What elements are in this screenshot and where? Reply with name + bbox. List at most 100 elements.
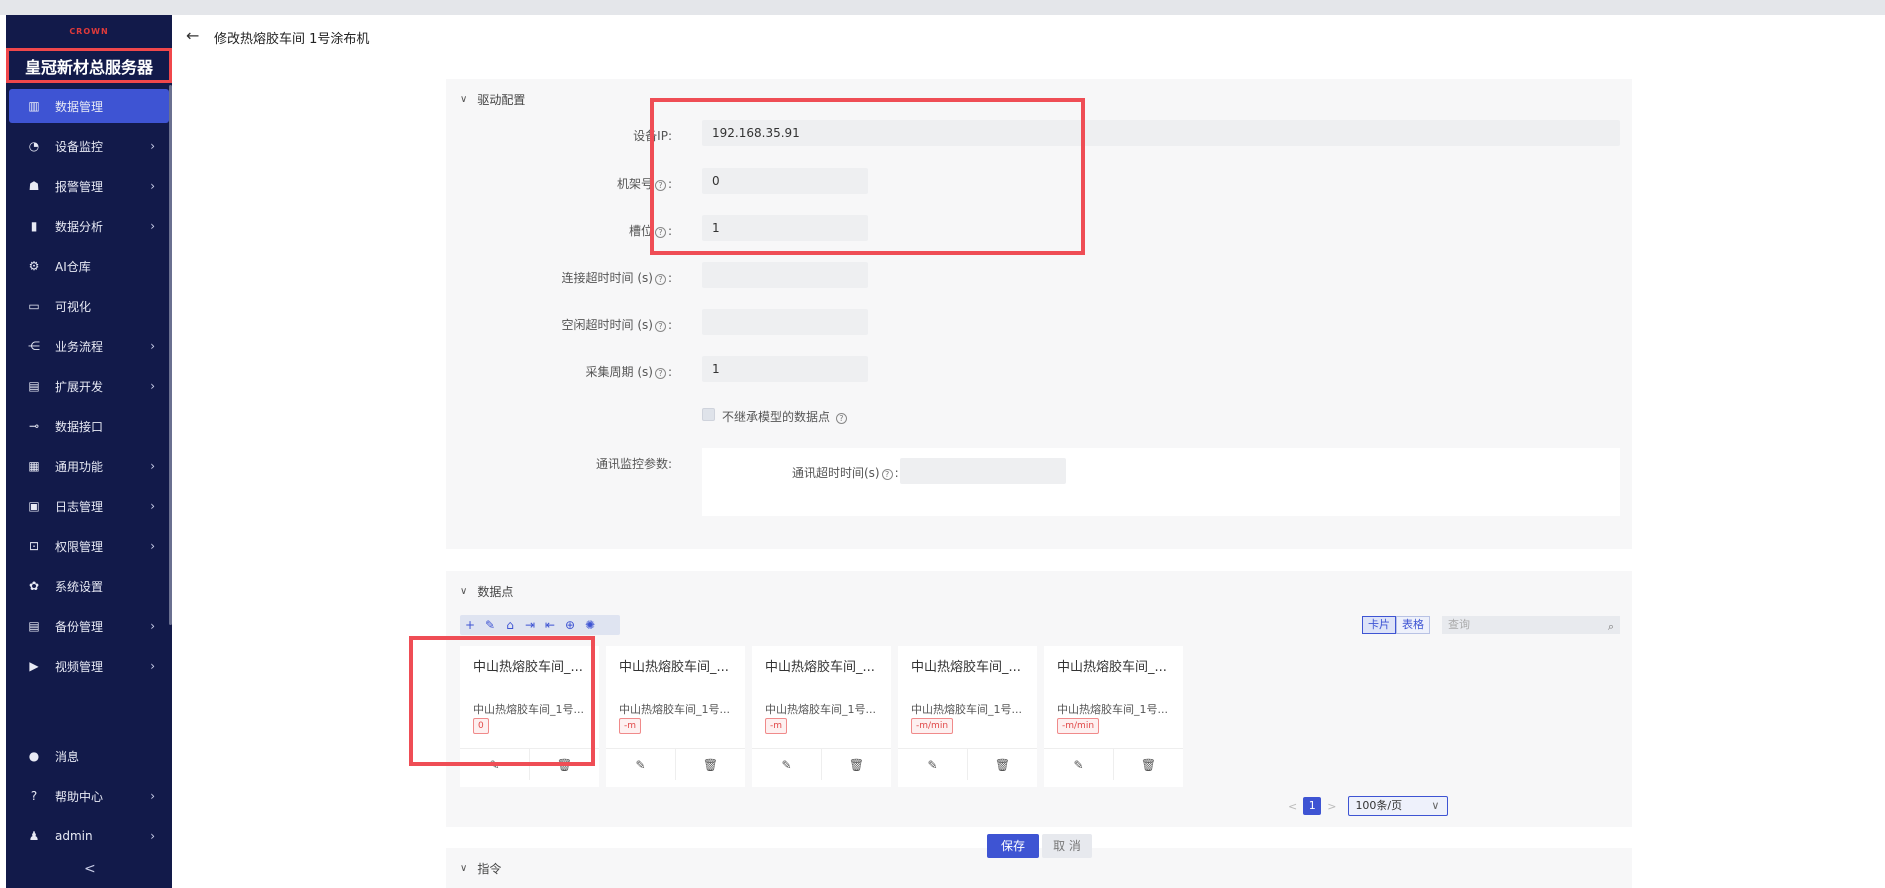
grid-icon: ▦ [28,459,40,473]
datapoint-card[interactable]: 中山热熔胶车间_... 中山热熔胶车间_1号... -m/min ✎ 🗑 [898,646,1037,787]
sidebar-item-message[interactable]: ● 消息 [9,739,169,773]
sidebar-item-grid[interactable]: ▦ 通用功能 › [9,449,169,483]
sidebar-item-bar-chart[interactable]: ▥ 数据管理 [9,89,169,123]
delete-icon[interactable]: 🗑 [675,749,745,780]
help-icon[interactable]: ? [654,274,666,285]
connect-timeout-label: 连接超时时间 (s)?: [561,271,672,285]
bar-chart-icon: ▥ [28,99,40,113]
driver-config-title: 驱动配置 [477,93,526,107]
user-icon: ♟ [28,829,40,843]
datapoints-header[interactable]: ∨ 数据点 [460,583,513,600]
card-unit-tag: -m [619,718,642,734]
target-icon[interactable]: ⊕ [560,615,580,635]
datapoint-card[interactable]: 中山热熔胶车间_... 中山热熔胶车间_1号... -m ✎ 🗑 [752,646,891,787]
sidebar-item-label: 日志管理 [55,499,104,514]
edit-icon[interactable]: ✎ [1044,749,1113,780]
sidebar-item-monitor[interactable]: ▭ 可视化 [9,289,169,323]
sidebar-item-gauge[interactable]: ◔ 设备监控 › [9,129,169,163]
search-icon[interactable]: ⌕ [1608,618,1614,636]
edit-icon[interactable]: ✎ [606,749,675,780]
help-icon[interactable]: ? [654,321,666,332]
commands-section: ∨ 指令 [446,848,1632,888]
gauge-icon: ◔ [28,139,40,153]
add-icon[interactable]: + [460,615,480,635]
sidebar-item-label: admin [55,829,93,843]
sidebar-item-analysis[interactable]: ▮ 数据分析 › [9,209,169,243]
sidebar-item-help[interactable]: ? 帮助中心 › [9,779,169,813]
next-page-icon[interactable]: > [1327,800,1336,813]
driver-config-header[interactable]: ∨ 驱动配置 [460,91,525,108]
import-icon[interactable]: ⇥ [520,615,540,635]
page-number[interactable]: 1 [1303,797,1322,815]
edit-icon[interactable]: ✎ [752,749,821,780]
highlight-box [409,636,595,766]
card-title: 中山热熔胶车间_... [911,660,1021,675]
edit-icon[interactable]: ✎ [480,615,500,635]
sidebar-item-backup[interactable]: ▤ 备份管理 › [9,609,169,643]
connect-timeout-input[interactable] [702,262,868,288]
search-input[interactable]: 查询 ⌕ [1442,616,1620,634]
sidebar-item-user[interactable]: ♟ admin › [9,819,169,853]
ai-icon: ⚙ [28,259,40,273]
cancel-button[interactable]: 取 消 [1042,834,1092,858]
help-icon[interactable]: ? [835,413,847,424]
poll-period-label: 采集周期 (s)?: [585,365,672,379]
prev-page-icon[interactable]: < [1288,800,1297,813]
view-toggle: 卡片 表格 [1362,616,1430,634]
sidebar-item-label: 可视化 [55,299,92,314]
sidebar-item-flow[interactable]: ⋲ 业务流程 › [9,329,169,363]
card-subtitle: 中山热熔胶车间_1号... [619,703,730,716]
sidebar-item-label: 数据管理 [55,99,104,114]
export-icon[interactable]: ⇤ [540,615,560,635]
sidebar-item-log[interactable]: ▣ 日志管理 › [9,489,169,523]
card-unit-tag: -m [765,718,788,734]
view-card-button[interactable]: 卡片 [1362,616,1396,634]
view-table-button[interactable]: 表格 [1396,616,1430,634]
sidebar-item-ai[interactable]: ⚙ AI仓库 [9,249,169,283]
help-icon[interactable]: ? [654,368,666,379]
sidebar-item-label: 通用功能 [55,459,104,474]
page-size-select[interactable]: 100条/页 ∨ [1348,796,1449,816]
flow-icon: ⋲ [28,339,40,353]
inherit-checkbox-label: 不继承模型的数据点 ? [722,408,849,425]
log-icon: ▣ [28,499,40,513]
datapoint-card[interactable]: 中山热熔胶车间_... 中山热熔胶车间_1号... -m/min ✎ 🗑 [1044,646,1183,787]
sidebar-item-label: AI仓库 [55,259,91,274]
card-actions: ✎ 🗑 [752,748,891,780]
sidebar-item-lock[interactable]: ⊡ 权限管理 › [9,529,169,563]
save-button[interactable]: 保存 [987,834,1039,858]
commands-header[interactable]: ∨ 指令 [460,860,501,877]
card-unit-tag: -m/min [911,718,954,734]
help-icon[interactable]: ? [881,469,893,480]
comm-timeout-input[interactable] [900,458,1066,484]
browser-strip [0,0,1885,15]
sidebar-scrollbar[interactable] [169,85,172,625]
sidebar-item-label: 扩展开发 [55,379,104,394]
idle-timeout-input[interactable] [702,309,868,335]
datapoint-card[interactable]: 中山热熔胶车间_... 中山热熔胶车间_1号... -m ✎ 🗑 [606,646,745,787]
sidebar-item-extension[interactable]: ▤ 扩展开发 › [9,369,169,403]
building-icon[interactable]: ⌂ [500,615,520,635]
delete-icon[interactable]: 🗑 [1113,749,1183,780]
sidebar-item-gear[interactable]: ✿ 系统设置 [9,569,169,603]
sidebar-item-label: 帮助中心 [55,789,104,804]
sidebar-item-label: 消息 [55,749,80,764]
chevron-right-icon: › [150,789,155,803]
chevron-right-icon: › [150,539,155,553]
monitor-params-box: 通讯超时时间(s)?: [702,448,1620,516]
chevron-right-icon: › [150,499,155,513]
inherit-checkbox[interactable] [702,408,715,421]
poll-period-input[interactable]: 1 [702,356,868,382]
sidebar-item-plug[interactable]: ⊸ 数据接口 [9,409,169,443]
delete-icon[interactable]: 🗑 [967,749,1037,780]
sidebar-item-alarm[interactable]: ☗ 报警管理 › [9,169,169,203]
delete-icon[interactable]: 🗑 [821,749,891,780]
chevron-right-icon: › [150,179,155,193]
analysis-icon: ▮ [30,219,38,233]
lock-icon: ⊡ [28,539,40,553]
debug-icon[interactable]: ✺ [580,615,600,635]
sidebar-item-video[interactable]: ▶ 视频管理 › [9,649,169,683]
collapse-sidebar-button[interactable]: < [84,861,96,877]
back-arrow-icon[interactable]: ← [186,26,199,45]
edit-icon[interactable]: ✎ [898,749,967,780]
